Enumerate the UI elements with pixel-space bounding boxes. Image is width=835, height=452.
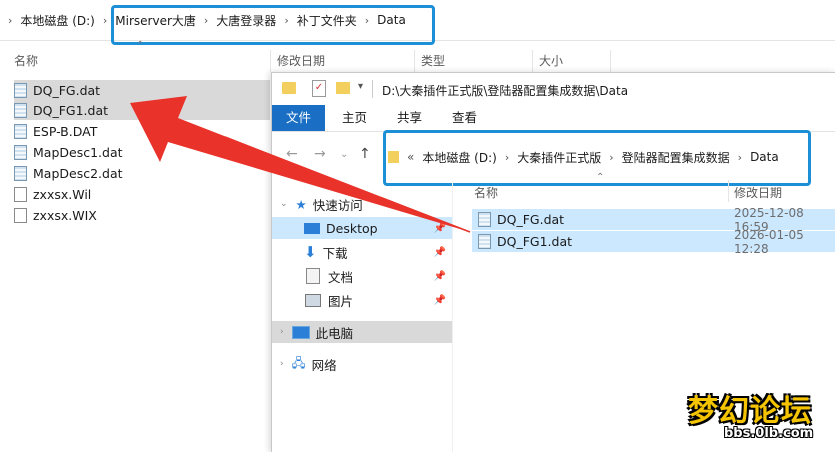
sidebar-label: 快速访问 <box>312 197 363 213</box>
back-file-row[interactable]: zxxsx.WIX <box>14 205 97 225</box>
sidebar-label: Desktop <box>326 220 378 236</box>
dat-file-icon <box>14 123 27 139</box>
back-file-name: DQ_FG1.dat <box>33 102 109 118</box>
tab-share[interactable]: 共享 <box>383 105 436 131</box>
network-icon: 🖧 <box>291 354 306 370</box>
sidebar-item-pictures[interactable]: 图片 📌 <box>272 289 452 311</box>
blank-file-icon <box>14 207 27 223</box>
back-file-row[interactable]: ESP-B.DAT <box>14 121 97 141</box>
chevron-right-icon: › <box>8 13 13 27</box>
back-file-row[interactable]: zxxsx.Wil <box>14 184 91 204</box>
pin-icon[interactable]: 📌 <box>434 223 446 234</box>
back-file-name: MapDesc2.dat <box>33 165 123 181</box>
sidebar-label: 下载 <box>322 245 348 261</box>
forward-arrow-icon[interactable]: → <box>314 146 326 162</box>
sort-up-icon: ⌃ <box>136 40 145 51</box>
sidebar-label: 此电脑 <box>315 325 354 341</box>
pin-icon[interactable]: 📌 <box>434 271 446 282</box>
forum-logo: 梦幻论坛 bbs.0lb.com <box>688 386 828 446</box>
front-col-name[interactable]: 名称 <box>474 184 498 201</box>
sidebar-item-downloads[interactable]: ⬇ 下载 📌 <box>272 241 452 263</box>
back-col-size[interactable]: 大小 <box>539 52 563 69</box>
sidebar-item-desktop[interactable]: Desktop 📌 <box>272 217 452 239</box>
dat-file-icon <box>478 234 491 249</box>
back-file-row[interactable]: MapDesc1.dat <box>14 142 123 162</box>
star-icon: ★ <box>295 196 307 212</box>
back-column-header: ⌃ 名称 修改日期 类型 大小 <box>0 40 835 74</box>
dat-file-icon <box>14 165 27 181</box>
dat-file-icon <box>14 102 27 118</box>
back-file-name: zxxsx.WIX <box>33 207 97 223</box>
pin-icon[interactable]: 📌 <box>434 295 446 306</box>
sidebar-item-this-pc[interactable]: › 此电脑 <box>272 321 452 343</box>
front-file-row[interactable]: DQ_FG1.dat 2026-01-05 12:28 <box>472 228 835 256</box>
back-crumb-drive[interactable]: 本地磁盘 (D:) <box>20 12 94 29</box>
back-file-name: DQ_FG.dat <box>33 82 101 98</box>
recent-dropdown-icon[interactable]: ⌄ <box>340 149 348 160</box>
back-arrow-icon[interactable]: ← <box>286 146 298 162</box>
back-file-row[interactable]: DQ_FG1.dat <box>14 100 270 120</box>
pin-icon[interactable]: 📌 <box>434 247 446 258</box>
tab-view[interactable]: 查看 <box>438 105 491 131</box>
dat-file-icon <box>478 212 491 227</box>
back-file-name: zxxsx.Wil <box>33 186 92 202</box>
back-address-highlight <box>111 5 435 45</box>
chevron-right-icon: › <box>280 327 284 337</box>
sidebar-label: 文档 <box>328 269 354 285</box>
front-nav-bar: ← → ⌄ ↑ « 本地磁盘 (D:) › 大秦插件正式版 › 登陆器配置集成数… <box>272 130 835 186</box>
window-title: D:\大秦插件正式版\登陆器配置集成数据\Data <box>382 84 629 98</box>
tab-home[interactable]: 主页 <box>328 105 381 131</box>
computer-icon <box>291 325 310 339</box>
picture-icon <box>305 293 321 307</box>
folder-icon <box>282 82 296 94</box>
front-title-bar: ✓ ▾ D:\大秦插件正式版\登陆器配置集成数据\Data <box>272 73 835 105</box>
back-file-name: ESP-B.DAT <box>33 123 98 139</box>
ribbon-tabs: 文件 主页 共享 查看 <box>272 105 835 132</box>
front-file-date: 2026-01-05 12:28 <box>734 227 804 256</box>
front-col-modified[interactable]: 修改日期 <box>734 184 782 201</box>
sidebar-item-documents[interactable]: 文档 📌 <box>272 265 452 287</box>
sidebar-label: 图片 <box>328 293 354 309</box>
tab-file[interactable]: 文件 <box>272 105 326 131</box>
back-col-name[interactable]: 名称 <box>14 52 38 69</box>
back-file-row[interactable]: MapDesc2.dat <box>14 163 123 183</box>
properties-icon[interactable]: ✓ <box>312 80 326 97</box>
chevron-down-icon: ⌄ <box>280 199 288 209</box>
logo-title: 梦幻论坛 <box>688 394 812 429</box>
up-arrow-icon[interactable]: ↑ <box>359 146 371 162</box>
back-col-type[interactable]: 类型 <box>421 52 445 69</box>
back-file-row[interactable]: DQ_FG.dat <box>14 80 270 100</box>
sort-up-icon: ⌃ <box>596 172 605 183</box>
sidebar-item-quick-access[interactable]: ⌄ ★ 快速访问 <box>272 193 452 215</box>
download-icon: ⬇ <box>304 243 317 261</box>
blank-file-icon <box>14 186 27 202</box>
desktop-icon <box>304 222 320 234</box>
logo-url: bbs.0lb.com <box>724 426 814 441</box>
back-file-name: MapDesc1.dat <box>33 144 123 160</box>
new-folder-icon[interactable] <box>336 82 350 94</box>
dat-file-icon <box>14 82 27 98</box>
document-icon <box>306 268 320 284</box>
front-file-name: DQ_FG.dat <box>497 212 565 227</box>
customize-dropdown-icon[interactable]: ▾ <box>358 81 363 92</box>
sidebar-label: 网络 <box>311 357 337 373</box>
dat-file-icon <box>14 144 27 160</box>
back-col-modified[interactable]: 修改日期 <box>277 52 325 69</box>
front-file-name: DQ_FG1.dat <box>497 234 573 249</box>
chevron-right-icon: › <box>102 13 108 27</box>
navigation-pane: ⌄ ★ 快速访问 Desktop 📌 ⬇ 下载 📌 文档 📌 图片 📌 › 此电 <box>272 183 453 452</box>
sidebar-item-network[interactable]: › 🖧 网络 <box>272 353 452 375</box>
chevron-right-icon: › <box>280 359 284 369</box>
